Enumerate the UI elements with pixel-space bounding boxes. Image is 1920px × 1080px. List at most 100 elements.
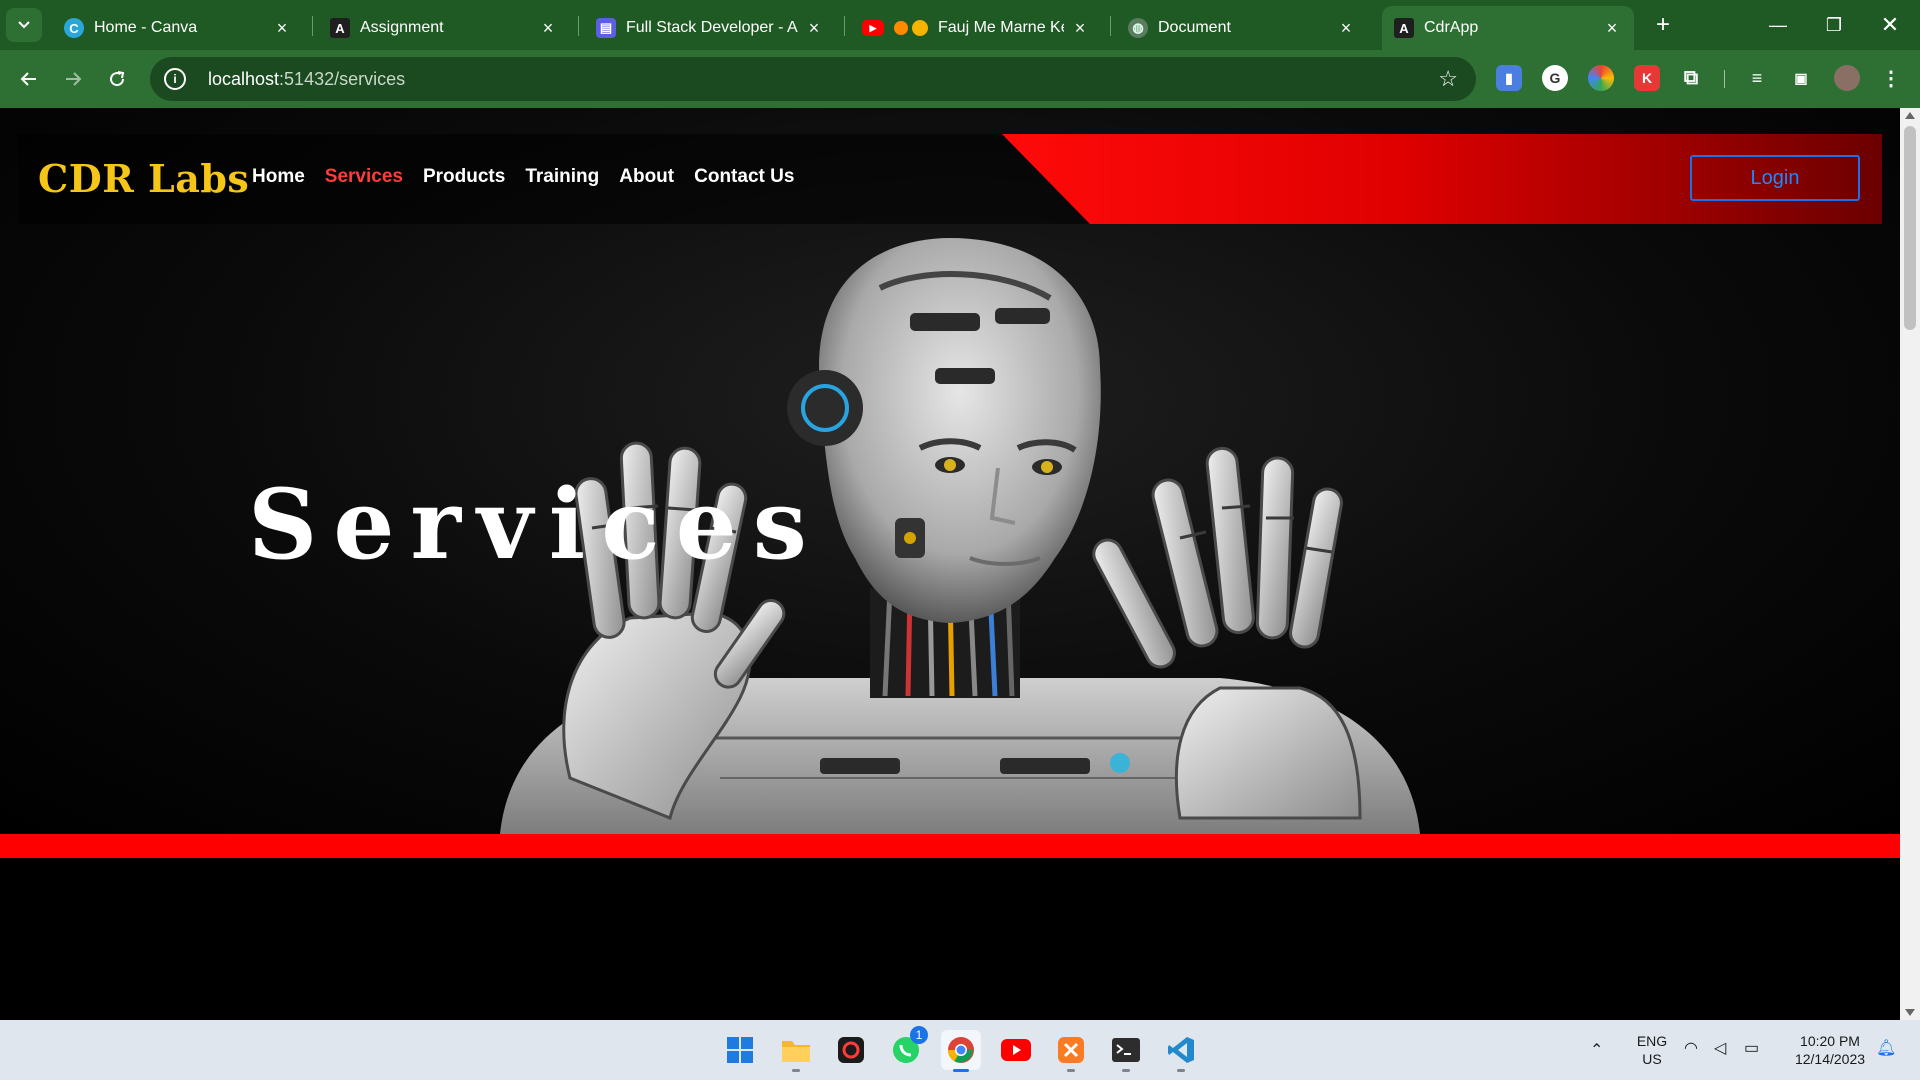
xampp-logo-icon [1058, 1037, 1084, 1063]
tab-search-button[interactable] [6, 8, 42, 42]
close-icon[interactable]: × [1336, 18, 1356, 38]
side-panel-icon[interactable]: ▣ [1788, 65, 1814, 91]
minimize-button[interactable]: — [1750, 0, 1806, 50]
globe-icon: ◍ [1128, 18, 1148, 38]
tab-divider [1110, 16, 1111, 36]
tab-title: Assignment [360, 19, 444, 36]
terminal-icon[interactable] [1106, 1030, 1146, 1072]
site-logo[interactable]: CDR Labs [38, 156, 249, 201]
restore-button[interactable]: ❐ [1806, 0, 1862, 50]
terminal-logo-icon [1112, 1038, 1140, 1062]
hero-section: CDR Labs Home Services Products Training… [0, 108, 1900, 834]
color-picker-extension-icon[interactable] [1588, 65, 1614, 91]
profile-avatar[interactable] [1834, 65, 1860, 91]
tab-strip: C Home - Canva × A Assignment × ▤ Full S… [0, 0, 1920, 50]
docs-icon: ▤ [596, 18, 616, 38]
tab-assignment[interactable]: A Assignment × [318, 6, 570, 50]
arrow-left-icon [20, 72, 36, 86]
clock-time: 10:20 PM [1800, 1033, 1860, 1049]
tab-title: Document [1158, 19, 1231, 36]
address-bar[interactable]: i localhost:51432/services ☆ [150, 57, 1476, 101]
running-indicator [953, 1069, 969, 1072]
nav-products[interactable]: Products [423, 166, 505, 188]
youtube-logo-icon [1001, 1039, 1031, 1061]
close-icon[interactable]: × [1602, 18, 1622, 38]
canva-icon: C [64, 18, 84, 38]
folder-icon [782, 1041, 810, 1062]
grammar-extension-icon[interactable]: G [1542, 65, 1568, 91]
tab-document[interactable]: ◍ Document × [1116, 6, 1368, 50]
hero-title: Services [248, 468, 823, 581]
k-extension-icon[interactable]: K [1634, 65, 1660, 91]
forward-button[interactable] [58, 64, 88, 94]
nav-about[interactable]: About [619, 166, 674, 188]
tab-title: CdrApp [1424, 19, 1479, 36]
extensions-puzzle-icon[interactable]: ⧉ [1678, 65, 1704, 91]
scroll-up-arrow-icon[interactable] [1905, 112, 1915, 119]
angular-icon: A [1394, 18, 1414, 38]
docs-extension-icon[interactable]: ▮ [1496, 65, 1522, 91]
new-tab-button[interactable]: + [1650, 11, 1676, 38]
tab-youtube[interactable]: ▶ Fauj Me Marne Keliy × [850, 6, 1102, 50]
notification-badge: 1 [910, 1026, 928, 1044]
youtube-icon[interactable] [996, 1030, 1036, 1070]
close-icon[interactable]: × [538, 18, 558, 38]
bookmark-star-icon[interactable]: ☆ [1438, 66, 1458, 92]
reload-button[interactable] [102, 64, 132, 94]
windows-start-icon[interactable] [720, 1030, 760, 1070]
scrollbar-thumb[interactable] [1904, 126, 1916, 330]
page-scrollbar[interactable] [1900, 108, 1920, 1020]
nav-home[interactable]: Home [252, 166, 305, 188]
tab-title: Full Stack Developer - A4 [626, 19, 798, 36]
close-icon[interactable]: × [272, 18, 292, 38]
battery-icon[interactable]: ▭ [1744, 1040, 1759, 1058]
screen-recorder-icon[interactable] [831, 1030, 871, 1070]
login-button[interactable]: Login [1690, 155, 1860, 201]
red-divider-bar [0, 834, 1900, 858]
browser-toolbar: i localhost:51432/services ☆ ▮ G K ⧉ ≡ ▣… [0, 50, 1920, 108]
nav-services[interactable]: Services [325, 166, 403, 188]
notification-bell-icon[interactable]: 🔔︎ [1876, 1040, 1896, 1058]
close-window-button[interactable]: ✕ [1862, 0, 1918, 50]
clock-date: 12/14/2023 [1794, 1051, 1866, 1067]
file-explorer-icon[interactable] [776, 1030, 816, 1072]
language-indicator[interactable]: ENG US [1630, 1032, 1674, 1068]
site-info-icon[interactable]: i [164, 68, 186, 90]
url-host: localhost [208, 68, 280, 89]
vscode-logo-icon [1168, 1037, 1194, 1063]
clock[interactable]: 10:20 PM 12/14/2023 [1782, 1032, 1878, 1068]
windows-logo-icon [727, 1037, 753, 1063]
menu-kebab-icon[interactable]: ⋮ [1878, 65, 1904, 91]
vscode-icon[interactable] [1161, 1030, 1201, 1072]
whatsapp-icon[interactable]: 1 [886, 1026, 928, 1070]
nav-training[interactable]: Training [525, 166, 599, 188]
wifi-icon[interactable]: ◠ [1684, 1040, 1698, 1058]
volume-icon[interactable]: ◁ [1714, 1040, 1726, 1058]
scroll-down-arrow-icon[interactable] [1905, 1009, 1915, 1016]
arrow-right-icon [66, 72, 82, 86]
url-path: :51432/services [279, 68, 406, 89]
tab-divider [578, 16, 579, 36]
chrome-icon[interactable] [941, 1030, 981, 1072]
reload-icon [110, 71, 125, 87]
angular-icon: A [330, 18, 350, 38]
running-indicator [1122, 1069, 1130, 1072]
running-indicator [792, 1069, 800, 1072]
close-icon[interactable]: × [1070, 18, 1090, 38]
back-button[interactable] [14, 64, 44, 94]
nav-contact-us[interactable]: Contact Us [694, 166, 794, 188]
tab-cdrapp[interactable]: A CdrApp × [1382, 6, 1634, 50]
chevron-down-icon [18, 21, 30, 29]
xampp-icon[interactable] [1051, 1030, 1091, 1072]
tray-overflow-chevron-icon[interactable]: ⌃ [1590, 1042, 1603, 1060]
media-control-icon[interactable]: ≡ [1744, 65, 1770, 91]
tab-canva[interactable]: C Home - Canva × [52, 6, 304, 50]
url-text[interactable]: localhost:51432/services [208, 69, 405, 90]
tab-divider [844, 16, 845, 36]
close-icon[interactable]: × [804, 18, 824, 38]
tab-full-stack[interactable]: ▤ Full Stack Developer - A4 × [584, 6, 836, 50]
emoji-icon [912, 20, 928, 36]
fire-emoji-icon [894, 21, 908, 35]
tab-divider [312, 16, 313, 36]
running-indicator [1177, 1069, 1185, 1072]
